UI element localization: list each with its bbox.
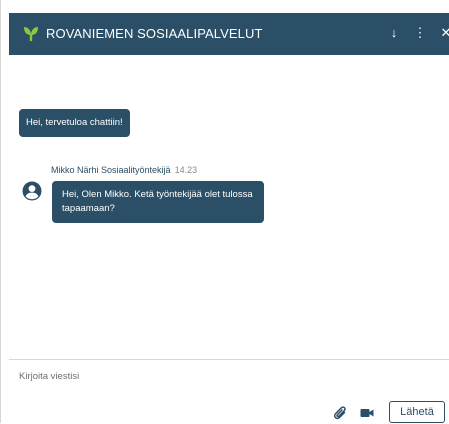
agent-message: Hei, Olen Mikko. Ketä työntekijää olet t… [52, 181, 264, 223]
avatar-icon [22, 181, 42, 201]
message-input[interactable] [19, 368, 439, 384]
chat-header: ROVANIEMEN SOSIAALIPALVELUT ↓ ⋮ ✕ [9, 13, 449, 55]
logo-icon [24, 27, 38, 41]
paperclip-icon[interactable] [333, 405, 349, 421]
composer: Lähetä [9, 359, 449, 424]
sender-name: Mikko Närhi Sosiaalityöntekijä [51, 165, 171, 175]
video-camera-icon[interactable] [359, 405, 375, 421]
message-sender: Mikko Närhi Sosiaalityöntekijä 14.23 [51, 165, 197, 175]
more-options-icon[interactable]: ⋮ [411, 23, 429, 43]
download-icon[interactable]: ↓ [385, 23, 403, 43]
send-button[interactable]: Lähetä [389, 401, 445, 423]
message-list[interactable]: Hei, tervetuloa chattiin! Mikko Närhi So… [9, 55, 449, 359]
chat-title: ROVANIEMEN SOSIAALIPALVELUT [46, 26, 263, 41]
chat-window: ROVANIEMEN SOSIAALIPALVELUT ↓ ⋮ ✕ Hei, t… [0, 0, 449, 424]
welcome-message: Hei, tervetuloa chattiin! [19, 109, 130, 137]
message-time: 14.23 [174, 165, 198, 175]
close-icon[interactable]: ✕ [437, 23, 449, 43]
